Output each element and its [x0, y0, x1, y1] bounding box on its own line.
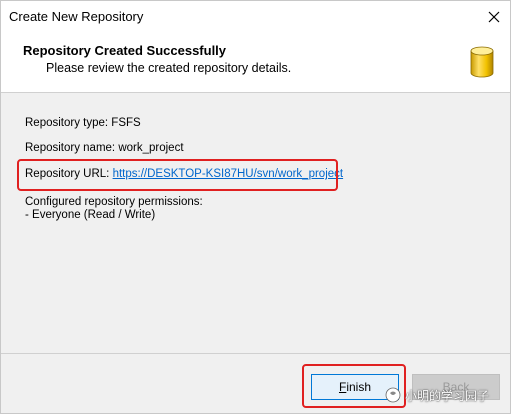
- watermark: 小明的学习园子: [385, 384, 489, 406]
- finish-label: inish: [346, 380, 372, 394]
- title-bar: Create New Repository: [1, 1, 510, 33]
- create-repository-dialog: Create New Repository Repository Created…: [0, 0, 511, 414]
- close-icon: [488, 11, 500, 23]
- database-icon: [470, 46, 494, 78]
- finish-mnemonic: F: [338, 380, 347, 394]
- page-subtitle: Please review the created repository det…: [46, 61, 292, 75]
- repository-name: Repository name: work_project: [25, 142, 184, 154]
- close-button[interactable]: [478, 1, 510, 33]
- repository-type: Repository type: FSFS: [25, 117, 141, 129]
- wizard-header: Repository Created Successfully Please r…: [1, 33, 510, 93]
- permissions-value: - Everyone (Read / Write): [25, 209, 156, 221]
- wechat-icon: [385, 387, 401, 403]
- window-title: Create New Repository: [9, 9, 144, 24]
- page-title: Repository Created Successfully: [23, 43, 227, 58]
- watermark-text: 小明的学习园子: [405, 388, 490, 403]
- permissions-label: Configured repository permissions:: [25, 196, 203, 208]
- url-highlight-box: [17, 159, 338, 191]
- repository-details: Repository type: FSFS Repository name: w…: [1, 94, 510, 352]
